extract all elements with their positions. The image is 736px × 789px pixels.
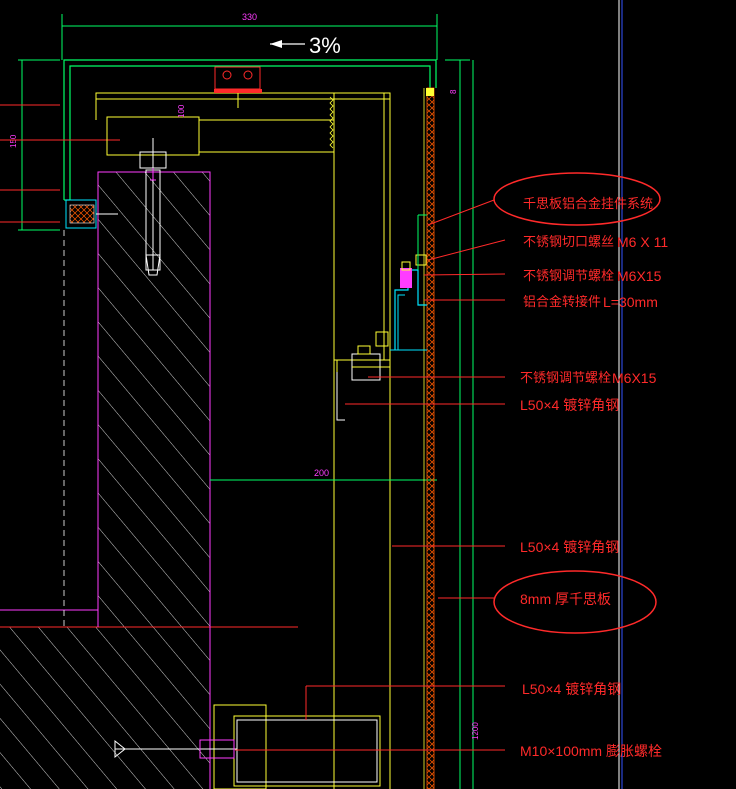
label-panel: 8mm 厚千思板 bbox=[520, 591, 611, 607]
label-cut-bolt-spec: M6 X 11 bbox=[617, 234, 668, 250]
label-angle-1: L50×4 镀锌角钢 bbox=[520, 397, 619, 413]
dimension-right-height: 1200 bbox=[471, 722, 480, 740]
callout-labels: 千思板铝合金挂件系统 不锈钢切口螺丝 M6 X 11 不锈钢调节螺栓 M6X15… bbox=[520, 196, 668, 759]
dimension-left-text: 150 bbox=[9, 134, 18, 148]
dimension-middle-text: 200 bbox=[314, 468, 329, 478]
facade-panel bbox=[423, 87, 435, 789]
label-system: 千思板铝合金挂件系统 bbox=[523, 196, 653, 212]
dimension-top: 330 bbox=[61, 12, 438, 60]
top-plate bbox=[214, 66, 262, 108]
dimension-right bbox=[445, 59, 474, 789]
dimension-small-top: 100 bbox=[177, 104, 186, 118]
label-adjust-bolt-2-spec: M6X15 bbox=[612, 370, 657, 386]
label-adapter-spec: L=30mm bbox=[603, 294, 658, 310]
label-adjust-bolt-1-spec: M6X15 bbox=[617, 268, 662, 284]
label-angle-3: L50×4 镀锌角钢 bbox=[522, 681, 621, 697]
label-adjust-bolt-2: 不锈钢调节螺栓 bbox=[520, 371, 611, 386]
dimension-right-small: 8 bbox=[449, 89, 458, 94]
weld-marks bbox=[329, 96, 334, 149]
label-angle-2: L50×4 镀锌角钢 bbox=[520, 539, 619, 555]
label-adjust-bolt-1: 不锈钢调节螺栓 bbox=[523, 269, 614, 284]
label-anchor: M10×100mm 膨胀螺栓 bbox=[520, 743, 662, 759]
cad-section-drawing: 330 3% 150 100 200 8 1200 千思板铝合金挂件系统 不锈钢… bbox=[0, 0, 668, 789]
label-cut-bolt: 不锈钢切口螺丝 bbox=[523, 235, 614, 250]
dimension-left: 150 bbox=[9, 59, 60, 231]
dimension-top-text: 330 bbox=[242, 12, 257, 22]
middle-angle bbox=[336, 331, 390, 421]
callout-leaders bbox=[235, 199, 506, 751]
dimension-middle: 200 bbox=[210, 468, 437, 481]
hanger-system bbox=[390, 214, 427, 351]
slope-indicator: 3% bbox=[270, 33, 341, 58]
slope-text: 3% bbox=[309, 33, 341, 58]
label-adapter: 铝合金转接件 bbox=[523, 294, 601, 310]
